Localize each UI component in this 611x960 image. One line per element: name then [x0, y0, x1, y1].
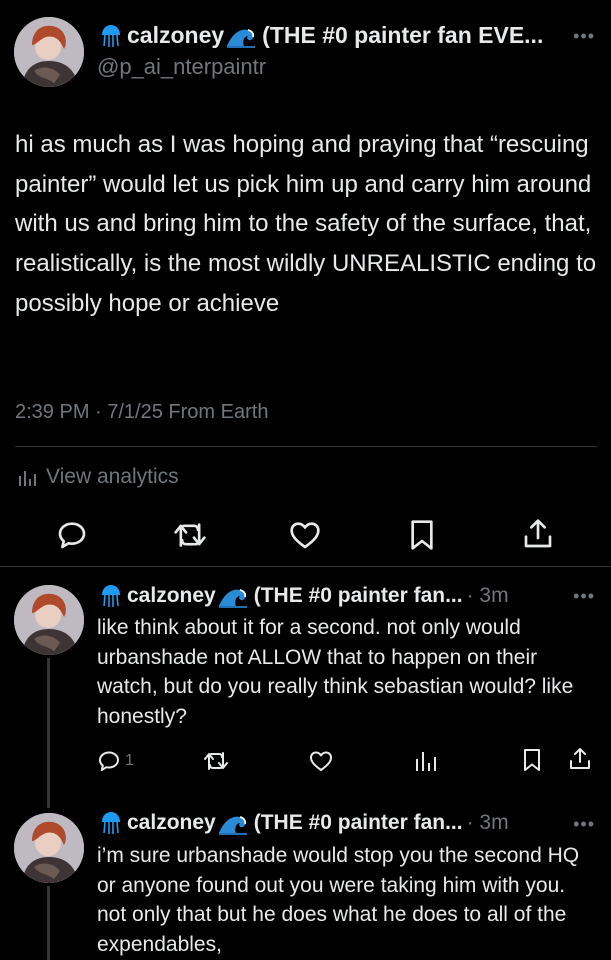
reply-author-row[interactable]: calzoney (THE #0 painter fan... · 3m: [100, 584, 509, 608]
tweet-timestamp[interactable]: 2:39 PM · 7/1/25 From Earth: [15, 401, 268, 424]
analytics-icon: [19, 471, 36, 486]
repost-icon: [204, 752, 228, 770]
thread-line: [47, 886, 50, 960]
reply-author-suffix: (THE #0 painter fan...: [253, 811, 463, 834]
reply-author-name: calzoney: [127, 811, 216, 834]
divider: [15, 446, 597, 447]
reply-author-name: calzoney: [127, 584, 216, 607]
more-icon[interactable]: •••: [573, 26, 595, 47]
reply-icon: [99, 751, 119, 771]
like-button[interactable]: [309, 750, 333, 772]
repost-button[interactable]: [203, 749, 229, 773]
divider: [0, 566, 611, 567]
view-analytics-link[interactable]: View analytics: [17, 465, 179, 489]
bookmark-icon: [411, 520, 433, 550]
analytics-label: View analytics: [46, 465, 179, 488]
reply-count: 1: [125, 752, 134, 769]
reply-author-row[interactable]: calzoney (THE #0 painter fan... · 3m: [100, 811, 509, 835]
author-name-row[interactable]: calzoney (THE #0 painter fan EVE...: [100, 22, 543, 49]
share-icon: [524, 519, 552, 548]
wave-emoji-icon: [218, 584, 248, 608]
reply-time[interactable]: · 3m: [467, 811, 509, 835]
avatar[interactable]: [14, 17, 84, 87]
bookmark-icon: [524, 749, 540, 771]
share-button[interactable]: [569, 747, 591, 771]
wave-emoji-icon: [218, 811, 248, 835]
reply-author-suffix: (THE #0 painter fan...: [253, 584, 463, 607]
more-icon[interactable]: •••: [573, 586, 595, 607]
thread-line: [47, 658, 50, 808]
bookmark-button[interactable]: [522, 748, 542, 772]
like-icon: [290, 522, 320, 549]
author-display-suffix: (THE #0 painter fan EVE...: [262, 22, 544, 48]
wave-emoji-icon: [226, 24, 256, 48]
jellyfish-emoji-icon: [100, 24, 122, 48]
like-button[interactable]: [289, 520, 321, 550]
repost-button[interactable]: [173, 519, 207, 551]
reply-button[interactable]: 1: [97, 749, 134, 773]
reply-button[interactable]: [56, 519, 88, 551]
author-display-name: calzoney: [127, 22, 225, 48]
share-icon: [570, 748, 590, 769]
views-icon: [416, 752, 436, 771]
jellyfish-emoji-icon: [100, 811, 122, 835]
jellyfish-emoji-icon: [100, 584, 122, 608]
more-icon[interactable]: •••: [573, 814, 595, 835]
views-button[interactable]: [415, 749, 437, 773]
like-icon: [310, 751, 332, 771]
tweet-text: hi as much as I was hoping and praying t…: [15, 131, 597, 317]
reply-text: like think about it for a second. not on…: [97, 616, 574, 728]
reply-text: i’m sure urbanshade would stop you the s…: [97, 844, 580, 956]
reply-icon: [58, 522, 86, 549]
reply-avatar[interactable]: [14, 813, 84, 883]
share-button[interactable]: [523, 518, 553, 550]
bookmark-button[interactable]: [408, 519, 436, 551]
reply-avatar[interactable]: [14, 585, 84, 655]
repost-icon: [174, 523, 206, 547]
reply-time[interactable]: · 3m: [467, 584, 509, 608]
author-handle[interactable]: @p_ai_nterpaintr: [97, 54, 266, 80]
